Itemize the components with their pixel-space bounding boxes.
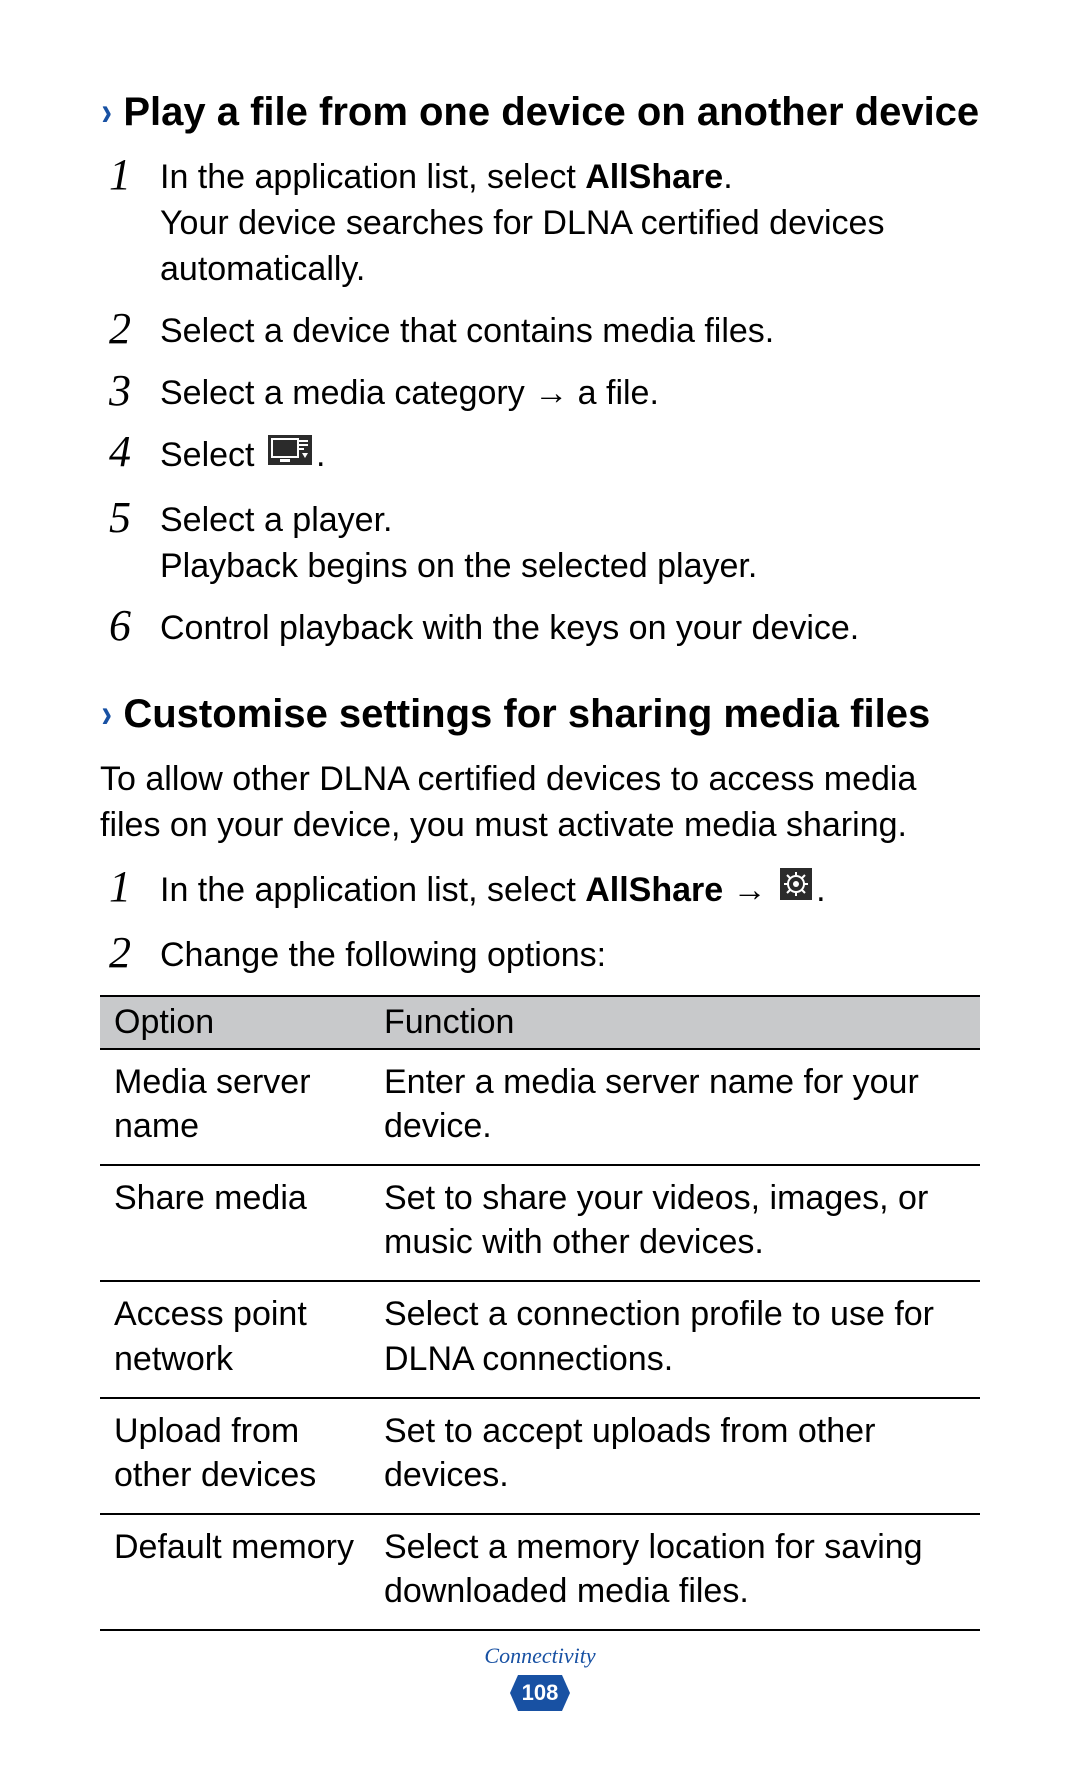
step-item: 2 Change the following options:: [100, 933, 980, 979]
table-row: Share media Set to share your videos, im…: [100, 1165, 980, 1281]
step-text: .: [816, 871, 825, 909]
cast-to-device-icon: [268, 432, 312, 478]
table-header-row: Option Function: [100, 996, 980, 1049]
cell-option: Upload from other devices: [100, 1398, 370, 1514]
table-row: Upload from other devices Set to accept …: [100, 1398, 980, 1514]
step-text: .: [723, 158, 732, 196]
step-number: 1: [100, 153, 140, 197]
cell-function: Select a memory location for saving down…: [370, 1514, 980, 1630]
step-body: Select a device that contains media file…: [160, 309, 980, 355]
table-header-option: Option: [100, 996, 370, 1049]
cell-function: Set to accept uploads from other devices…: [370, 1398, 980, 1514]
step-item: 5 Select a player. Playback begins on th…: [100, 498, 980, 590]
step-body: In the application list, select AllShare…: [160, 155, 980, 293]
step-text: Select: [160, 436, 264, 474]
step-text: In the application list, select: [160, 158, 585, 196]
step-body: Change the following options:: [160, 933, 980, 979]
step-item: 1 In the application list, select AllSha…: [100, 867, 980, 917]
step-text: In the application list, select: [160, 871, 585, 909]
manual-page: › Play a file from one device on another…: [0, 0, 1080, 1771]
step-number: 1: [100, 865, 140, 909]
step-bold: AllShare: [585, 158, 723, 196]
footer-section-label: Connectivity: [0, 1643, 1080, 1669]
step-number: 2: [100, 931, 140, 975]
page-footer: Connectivity 108: [0, 1643, 1080, 1711]
step-text: Select a player.: [160, 501, 392, 539]
steps-list-play-file: 1 In the application list, select AllSha…: [100, 155, 980, 652]
step-item: 2 Select a device that contains media fi…: [100, 309, 980, 355]
heading-text: Play a file from one device on another d…: [123, 90, 979, 135]
chevron-right-icon: ›: [101, 90, 112, 135]
step-item: 3 Select a media category → a file.: [100, 371, 980, 417]
step-item: 4 Select .: [100, 432, 980, 482]
settings-gear-icon: [780, 867, 812, 913]
table-header-function: Function: [370, 996, 980, 1049]
step-body: Control playback with the keys on your d…: [160, 606, 980, 652]
section-heading-play-file: › Play a file from one device on another…: [100, 90, 980, 135]
step-number: 5: [100, 496, 140, 540]
table-row: Access point network Select a connection…: [100, 1281, 980, 1397]
step-number: 6: [100, 604, 140, 648]
table-row: Media server name Enter a media server n…: [100, 1049, 980, 1165]
heading-text: Customise settings for sharing media fil…: [123, 692, 930, 737]
cell-function: Select a connection profile to use for D…: [370, 1281, 980, 1397]
step-body: Select a media category → a file.: [160, 371, 980, 417]
table-row: Default memory Select a memory location …: [100, 1514, 980, 1630]
steps-list-customise: 1 In the application list, select AllSha…: [100, 867, 980, 979]
step-text: .: [316, 436, 325, 474]
section-intro: To allow other DLNA certified devices to…: [100, 757, 980, 849]
cell-option: Share media: [100, 1165, 370, 1281]
chevron-right-icon: ›: [101, 692, 112, 737]
step-body: Select a player. Playback begins on the …: [160, 498, 980, 590]
page-number-badge: 108: [510, 1675, 570, 1711]
cell-function: Enter a media server name for your devic…: [370, 1049, 980, 1165]
cell-option: Access point network: [100, 1281, 370, 1397]
step-number: 3: [100, 369, 140, 413]
cell-option: Default memory: [100, 1514, 370, 1630]
step-number: 4: [100, 430, 140, 474]
step-body: In the application list, select AllShare…: [160, 867, 980, 917]
step-item: 6 Control playback with the keys on your…: [100, 606, 980, 652]
options-table: Option Function Media server name Enter …: [100, 995, 980, 1632]
step-bold: AllShare: [585, 871, 723, 909]
step-number: 2: [100, 307, 140, 351]
step-subtext: Playback begins on the selected player.: [160, 544, 980, 590]
section-heading-customise: › Customise settings for sharing media f…: [100, 692, 980, 737]
step-body: Select .: [160, 432, 980, 482]
step-item: 1 In the application list, select AllSha…: [100, 155, 980, 293]
cell-function: Set to share your videos, images, or mus…: [370, 1165, 980, 1281]
step-subtext: Your device searches for DLNA certified …: [160, 201, 980, 293]
cell-option: Media server name: [100, 1049, 370, 1165]
page-number: 108: [510, 1675, 570, 1711]
step-text: →: [723, 871, 776, 909]
